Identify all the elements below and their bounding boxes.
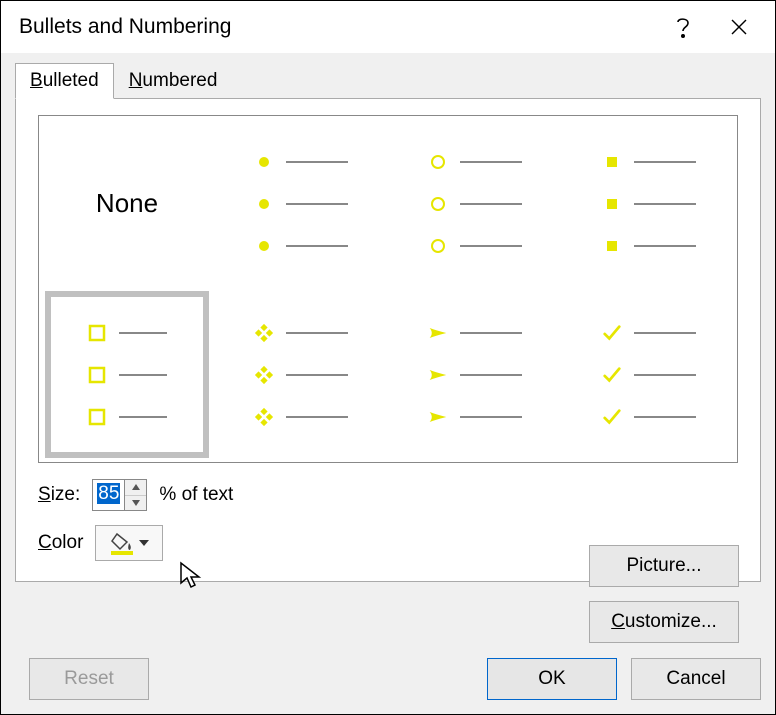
chevron-down-icon xyxy=(139,540,149,546)
size-value[interactable]: 85 xyxy=(97,483,120,504)
paint-bucket-icon xyxy=(109,531,135,555)
bullet-gallery: None xyxy=(38,115,738,463)
right-buttons: Picture... Customize... xyxy=(589,545,739,643)
tab-numbered-rest: umbered xyxy=(142,70,217,91)
none-label: None xyxy=(96,188,158,219)
size-spin-up[interactable] xyxy=(125,480,146,496)
dialog-title: Bullets and Numbering xyxy=(19,15,655,39)
gallery-item-filled-circle[interactable] xyxy=(219,120,383,287)
size-suffix: % of text xyxy=(159,484,233,506)
titlebar: Bullets and Numbering xyxy=(1,1,775,53)
tab-bulleted-rest: ulleted xyxy=(43,70,99,91)
reset-button[interactable]: Reset xyxy=(29,658,149,700)
gallery-item-hollow-circle[interactable] xyxy=(393,120,557,287)
customize-button[interactable]: Customize... xyxy=(589,601,739,643)
gallery-item-none[interactable]: None xyxy=(45,120,209,287)
size-label: Size: xyxy=(38,484,80,506)
gallery-item-arrow[interactable] xyxy=(393,291,557,458)
tab-strip: Bulleted Numbered xyxy=(15,63,761,99)
gallery-item-filled-square[interactable] xyxy=(567,120,731,287)
close-button[interactable] xyxy=(711,1,767,53)
tab-bulleted[interactable]: Bulleted xyxy=(15,63,114,99)
tab-panel: None xyxy=(15,98,761,582)
color-picker-button[interactable] xyxy=(95,525,163,561)
picture-button[interactable]: Picture... xyxy=(589,545,739,587)
gallery-item-checkmark[interactable] xyxy=(567,291,731,458)
size-row: Size: 85 % of text xyxy=(38,479,738,511)
gallery-item-diamond-cluster[interactable] xyxy=(219,291,383,458)
size-spin-down[interactable] xyxy=(125,496,146,511)
gallery-item-hollow-square[interactable] xyxy=(45,291,209,458)
dialog-window: Bullets and Numbering Bulleted Numbered … xyxy=(0,0,776,715)
dialog-footer: Reset OK Cancel xyxy=(15,648,761,700)
help-button[interactable] xyxy=(655,1,711,53)
dialog-body: Bulleted Numbered None xyxy=(1,53,775,714)
ok-button[interactable]: OK xyxy=(487,658,617,700)
color-label: Color xyxy=(38,532,83,554)
size-spinner[interactable]: 85 xyxy=(92,479,147,511)
tab-numbered[interactable]: Numbered xyxy=(114,63,233,99)
cancel-button[interactable]: Cancel xyxy=(631,658,761,700)
